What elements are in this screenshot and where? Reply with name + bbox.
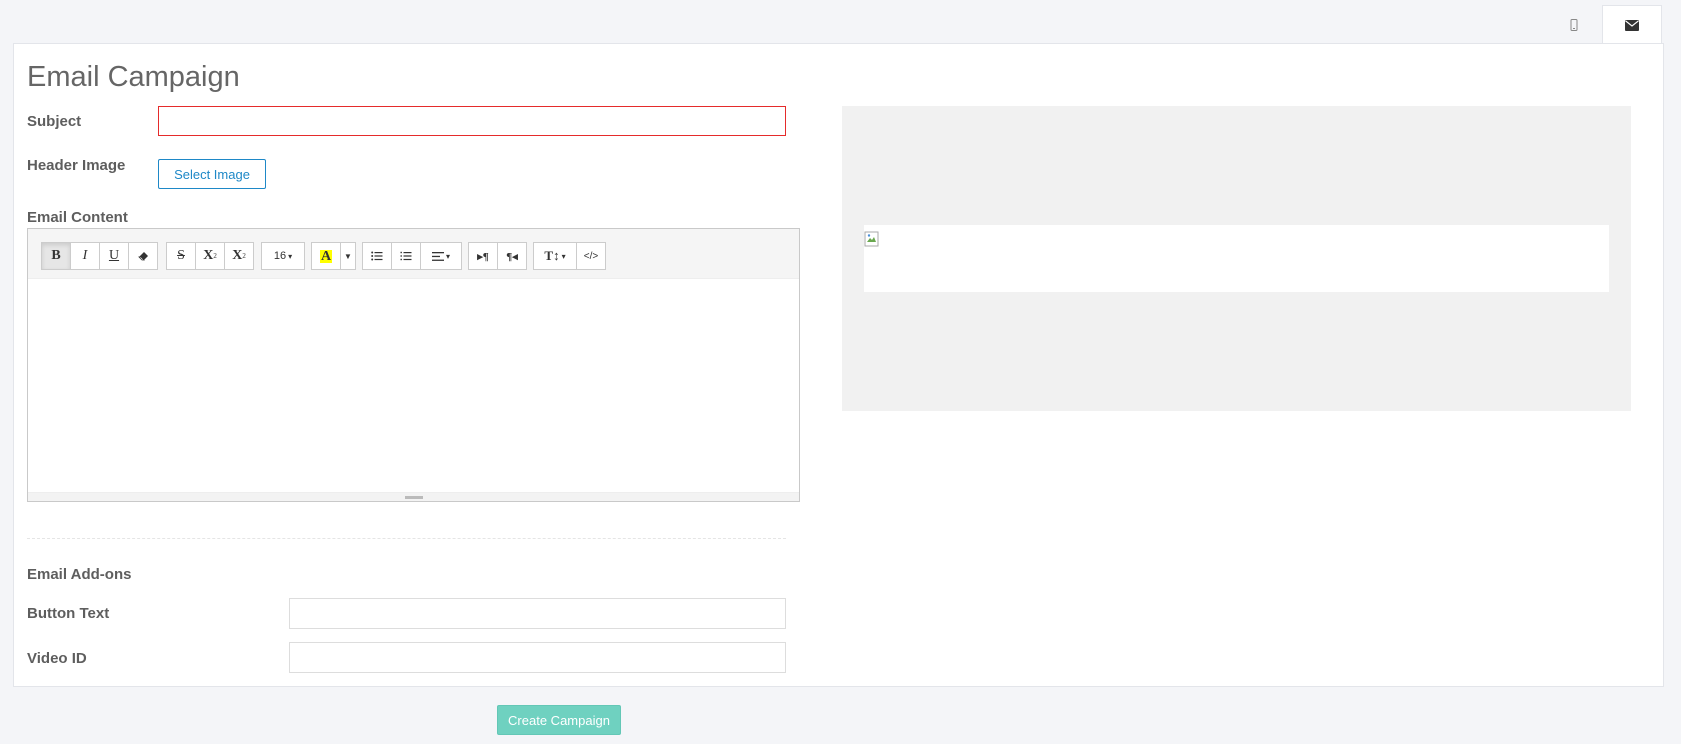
chevron-down-icon: ▼ bbox=[344, 251, 352, 261]
strikethrough-button[interactable]: S bbox=[166, 242, 196, 270]
chevron-down-icon: ▾ bbox=[445, 251, 450, 261]
align-dropdown[interactable]: ▾ bbox=[420, 242, 462, 270]
superscript-button[interactable]: X2 bbox=[195, 242, 225, 270]
select-image-button[interactable]: Select Image bbox=[158, 159, 266, 189]
rtl-paragraph-icon: ¶◂ bbox=[506, 250, 518, 263]
ltr-paragraph-button[interactable]: ▸¶ bbox=[468, 242, 498, 270]
subscript-button[interactable]: X2 bbox=[224, 242, 254, 270]
subject-label: Subject bbox=[27, 113, 82, 130]
font-size-group: 16 ▾ bbox=[261, 242, 305, 270]
underline-button[interactable]: U bbox=[99, 242, 129, 270]
rtl-paragraph-button[interactable]: ¶◂ bbox=[497, 242, 527, 270]
script-button-group: S X2 X2 bbox=[166, 242, 254, 270]
email-content-label: Email Content bbox=[27, 209, 128, 226]
editor-content-area[interactable] bbox=[28, 279, 799, 492]
highlight-glyph: A bbox=[319, 248, 333, 264]
editor-resize-bar[interactable] bbox=[28, 492, 799, 501]
bullet-list-button[interactable] bbox=[362, 242, 392, 270]
video-id-label: Video ID bbox=[27, 650, 87, 667]
strikethrough-glyph: S bbox=[177, 248, 185, 263]
chevron-down-icon: ▾ bbox=[288, 251, 293, 261]
addons-heading: Email Add-ons bbox=[27, 566, 132, 583]
align-left-icon bbox=[431, 251, 444, 261]
tab-mobile-preview[interactable] bbox=[1544, 5, 1604, 44]
direction-button-group: ▸¶ ¶◂ bbox=[468, 242, 527, 270]
page-title: Email Campaign bbox=[27, 61, 240, 93]
misc-button-group: T↕ ▾ </> bbox=[533, 242, 606, 270]
style-button-group: B I U bbox=[41, 242, 158, 270]
subscript-glyph: X bbox=[232, 248, 243, 263]
line-height-icon: T↕ bbox=[544, 248, 560, 263]
subject-input[interactable] bbox=[158, 106, 786, 136]
font-size-dropdown[interactable]: 16 ▾ bbox=[261, 242, 305, 270]
numbered-list-icon bbox=[400, 251, 412, 261]
button-text-input[interactable] bbox=[289, 598, 786, 629]
rich-text-editor: B I U S X2 X2 16 ▾ A ▼ ▾ ▸¶ ¶◂ T↕ ▾ </> bbox=[27, 228, 800, 502]
list-button-group: ▾ bbox=[362, 242, 462, 270]
line-height-dropdown[interactable]: T↕ ▾ bbox=[533, 242, 577, 270]
tab-email-preview[interactable] bbox=[1602, 5, 1662, 44]
bullet-list-icon bbox=[371, 251, 383, 261]
clear-format-button[interactable] bbox=[128, 242, 158, 270]
preview-tabs bbox=[0, 0, 1681, 44]
resize-handle[interactable] bbox=[405, 496, 423, 499]
video-id-input[interactable] bbox=[289, 642, 786, 673]
broken-image-icon bbox=[864, 231, 879, 247]
bold-glyph: B bbox=[51, 248, 61, 263]
email-preview bbox=[842, 106, 1631, 411]
numbered-list-button[interactable] bbox=[391, 242, 421, 270]
color-dropdown-button[interactable]: ▼ bbox=[340, 242, 356, 270]
create-campaign-button[interactable]: Create Campaign bbox=[497, 705, 621, 735]
font-size-value: 16 bbox=[273, 250, 287, 262]
highlight-color-button[interactable]: A bbox=[311, 242, 341, 270]
italic-button[interactable]: I bbox=[70, 242, 100, 270]
underline-glyph: U bbox=[108, 248, 120, 263]
code-view-icon: </> bbox=[583, 250, 599, 262]
preview-header-card bbox=[864, 225, 1609, 292]
button-text-label: Button Text bbox=[27, 605, 110, 622]
superscript-glyph: X bbox=[203, 248, 214, 263]
header-image-label: Header Image bbox=[27, 157, 126, 174]
envelope-icon bbox=[1625, 19, 1639, 31]
ltr-paragraph-icon: ▸¶ bbox=[477, 250, 489, 263]
code-view-button[interactable]: </> bbox=[576, 242, 606, 270]
section-divider bbox=[27, 538, 786, 539]
mobile-icon bbox=[1570, 18, 1578, 31]
editor-toolbar: B I U S X2 X2 16 ▾ A ▼ ▾ ▸¶ ¶◂ T↕ ▾ </> bbox=[28, 229, 799, 279]
chevron-down-icon: ▾ bbox=[561, 251, 566, 261]
bold-button[interactable]: B bbox=[41, 242, 71, 270]
eraser-icon bbox=[137, 252, 148, 261]
color-group: A ▼ bbox=[311, 242, 356, 270]
italic-glyph: I bbox=[82, 248, 88, 263]
